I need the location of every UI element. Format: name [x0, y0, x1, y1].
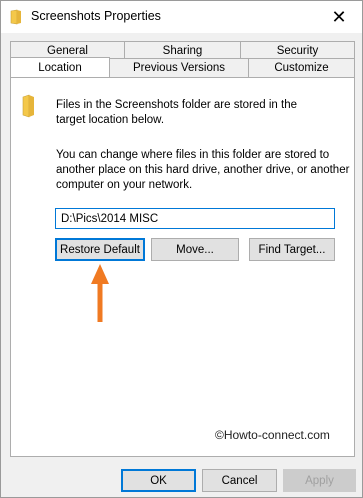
window-title: Screenshots Properties	[31, 9, 161, 23]
location-description-text: You can change where files in this folde…	[56, 149, 350, 191]
tab-row-bottom: Location Previous Versions Customize	[10, 57, 355, 77]
apply-button[interactable]: Apply	[283, 469, 356, 492]
dialog-footer: OK Cancel Apply	[1, 459, 362, 497]
properties-window: Screenshots Properties ✕ General Sharing…	[0, 0, 363, 498]
move-button[interactable]: Move...	[151, 238, 239, 261]
restore-default-button[interactable]: Restore Default	[55, 238, 145, 261]
close-icon: ✕	[331, 6, 347, 27]
location-info-text: Files in the Screenshots folder are stor…	[56, 99, 297, 126]
folder-icon	[22, 94, 34, 118]
location-path-input[interactable]	[55, 208, 335, 229]
title-bar[interactable]: Screenshots Properties ✕	[1, 1, 362, 33]
find-target-button[interactable]: Find Target...	[249, 238, 335, 261]
tab-security[interactable]: Security	[240, 41, 355, 59]
close-button[interactable]: ✕	[316, 1, 362, 33]
location-panel: Files in the Screenshots folder are stor…	[10, 77, 355, 457]
tab-sharing[interactable]: Sharing	[124, 41, 241, 59]
cancel-button[interactable]: Cancel	[202, 469, 277, 492]
tab-previous-versions[interactable]: Previous Versions	[109, 58, 249, 77]
ok-button[interactable]: OK	[121, 469, 196, 492]
folder-icon	[10, 9, 21, 25]
arrow-up-icon	[91, 264, 109, 322]
tab-location[interactable]: Location	[10, 57, 110, 77]
watermark: ©Howto-connect.com	[215, 428, 330, 442]
tab-customize[interactable]: Customize	[248, 58, 355, 77]
